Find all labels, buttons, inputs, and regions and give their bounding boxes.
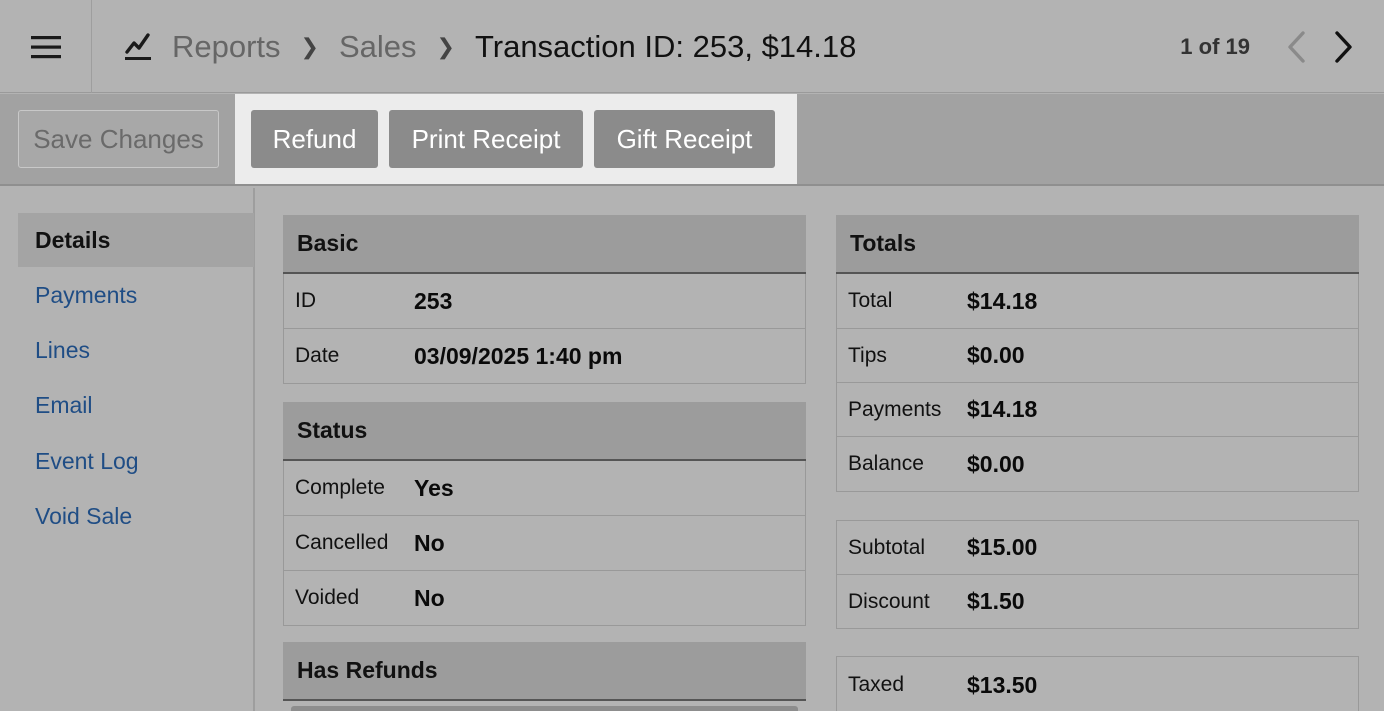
app-header: Reports ❯ Sales ❯ Transaction ID: 253, $… bbox=[0, 0, 1384, 93]
row-label: Complete bbox=[295, 476, 385, 499]
row-value: $0.00 bbox=[967, 450, 1025, 477]
save-changes-button[interactable]: Save Changes bbox=[18, 110, 219, 168]
pager: 1 of 19 bbox=[1180, 0, 1384, 93]
row-value: $0.00 bbox=[967, 342, 1025, 368]
table-row: Date 03/09/2025 1:40 pm bbox=[283, 329, 806, 384]
table-row: Payments $14.18 bbox=[836, 383, 1359, 437]
chevron-right-icon: ❯ bbox=[436, 33, 455, 59]
table-row: Subtotal $15.00 bbox=[836, 520, 1359, 575]
sidebar-item-void-sale[interactable]: Void Sale bbox=[18, 489, 254, 543]
table-row: ID 253 bbox=[283, 274, 806, 329]
chevron-right-icon bbox=[1335, 30, 1352, 63]
table-row: Tips $0.00 bbox=[836, 329, 1359, 383]
table-row: Balance $0.00 bbox=[836, 437, 1359, 492]
chevron-left-icon bbox=[1288, 30, 1305, 63]
refunds-content-edge bbox=[291, 706, 798, 711]
menu-button[interactable] bbox=[0, 0, 92, 93]
hamburger-icon bbox=[30, 35, 61, 58]
row-label: Date bbox=[295, 344, 340, 367]
row-value: Yes bbox=[414, 474, 454, 501]
row-value: $15.00 bbox=[967, 534, 1038, 560]
row-label: Balance bbox=[848, 452, 924, 475]
breadcrumb-reports[interactable]: Reports bbox=[172, 29, 281, 65]
row-value: No bbox=[414, 584, 445, 611]
row-label: Voided bbox=[295, 586, 360, 609]
totals-panel: Totals Total $14.18 Tips $0.00 Payments … bbox=[836, 215, 1359, 492]
row-label: Total bbox=[848, 289, 893, 312]
table-row: Complete Yes bbox=[283, 461, 806, 516]
breadcrumb: Reports ❯ Sales ❯ Transaction ID: 253, $… bbox=[124, 0, 856, 93]
sidebar-item-event-log[interactable]: Event Log bbox=[18, 434, 254, 488]
row-value: 03/09/2025 1:40 pm bbox=[414, 342, 623, 369]
row-label: ID bbox=[295, 289, 316, 312]
row-label: Tips bbox=[848, 343, 887, 367]
sidebar-item-details[interactable]: Details bbox=[18, 213, 254, 267]
basic-panel: Basic ID 253 Date 03/09/2025 1:40 pm bbox=[283, 215, 806, 384]
breadcrumb-sales[interactable]: Sales bbox=[339, 29, 417, 65]
totals-subtotal-group: Subtotal $15.00 Discount $1.50 bbox=[836, 520, 1359, 629]
refunds-panel-title: Has Refunds bbox=[283, 642, 806, 701]
basic-panel-title: Basic bbox=[283, 215, 806, 274]
row-label: Payments bbox=[848, 397, 942, 421]
row-label: Subtotal bbox=[848, 535, 926, 559]
sidebar-nav: Details Payments Lines Email Event Log V… bbox=[0, 188, 255, 711]
table-row: Total $14.18 bbox=[836, 274, 1359, 329]
status-panel-title: Status bbox=[283, 402, 806, 461]
toolbar: Save Changes Refund Print Receipt Gift R… bbox=[0, 94, 1384, 186]
row-value: $1.50 bbox=[967, 588, 1025, 614]
table-row: Voided No bbox=[283, 571, 806, 626]
sidebar-item-email[interactable]: Email bbox=[18, 378, 254, 432]
table-row: Discount $1.50 bbox=[836, 575, 1359, 629]
sidebar-item-lines[interactable]: Lines bbox=[18, 323, 254, 377]
row-label: Discount bbox=[848, 589, 930, 613]
row-value: No bbox=[414, 529, 445, 556]
next-button[interactable] bbox=[1320, 22, 1368, 72]
row-label: Cancelled bbox=[295, 531, 389, 554]
gift-receipt-button[interactable]: Gift Receipt bbox=[594, 110, 775, 168]
row-value: $14.18 bbox=[967, 396, 1038, 422]
table-row: Taxed $13.50 bbox=[836, 656, 1359, 711]
table-row: Cancelled No bbox=[283, 516, 806, 571]
refund-button[interactable]: Refund bbox=[251, 110, 378, 168]
action-button-group: Refund Print Receipt Gift Receipt bbox=[235, 94, 797, 184]
status-panel: Status Complete Yes Cancelled No Voided … bbox=[283, 402, 806, 626]
sidebar-item-payments[interactable]: Payments bbox=[18, 268, 254, 322]
row-value: $13.50 bbox=[967, 671, 1038, 698]
totals-panel-title: Totals bbox=[836, 215, 1359, 274]
totals-tax-group: Taxed $13.50 bbox=[836, 656, 1359, 711]
page-title: Transaction ID: 253, $14.18 bbox=[474, 28, 857, 64]
chevron-right-icon: ❯ bbox=[300, 33, 319, 59]
print-receipt-button[interactable]: Print Receipt bbox=[389, 110, 583, 168]
refunds-panel: Has Refunds bbox=[283, 642, 806, 711]
row-value: $14.18 bbox=[967, 287, 1038, 314]
chart-line-icon bbox=[124, 32, 152, 62]
previous-button[interactable] bbox=[1272, 22, 1320, 72]
pager-count: 1 of 19 bbox=[1180, 33, 1250, 59]
row-value: 253 bbox=[414, 287, 453, 314]
row-label: Taxed bbox=[848, 673, 905, 696]
